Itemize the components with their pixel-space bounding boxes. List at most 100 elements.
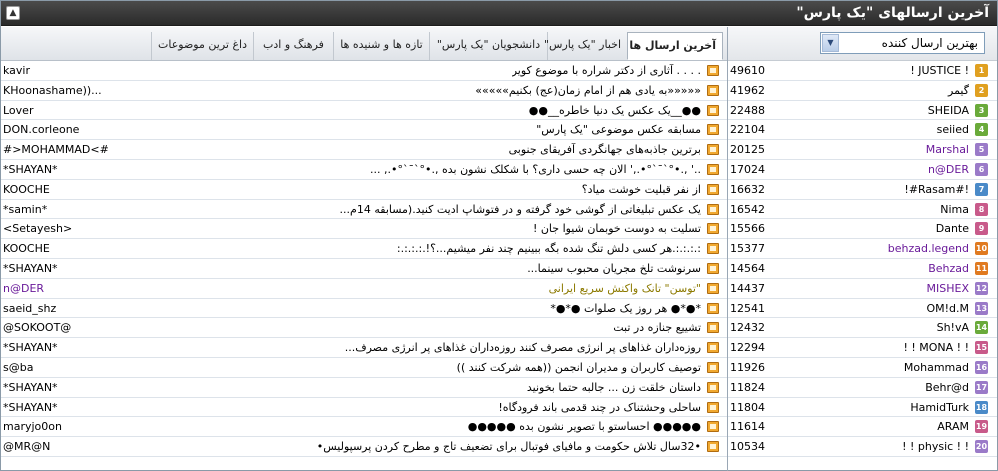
topic-icon xyxy=(707,144,719,156)
user-name[interactable]: ARAM xyxy=(937,420,969,433)
post-author[interactable]: KHoonashame))... xyxy=(3,84,102,97)
post-row: روزه‌داران غذاهای پر انرژی مصرف کنند روز… xyxy=(1,338,727,358)
post-subject[interactable]: «««««به یادی هم از امام زمان(عج) بکنیم»»… xyxy=(475,84,701,97)
tab-5[interactable]: داغ ترین موضوعات xyxy=(151,32,253,60)
post-subject[interactable]: •32سال تلاش حکومت و مافیای فوتبال برای ت… xyxy=(317,440,701,453)
user-name[interactable]: Nima xyxy=(940,203,969,216)
post-author[interactable]: <Setayesh> xyxy=(3,222,72,235)
tab-4[interactable]: فرهنگ و ادب xyxy=(253,32,333,60)
rank-badge: 3 xyxy=(975,103,988,117)
post-author[interactable]: *samin* xyxy=(3,203,47,216)
user-name[interactable]: Mohammad xyxy=(904,361,969,374)
user-name[interactable]: SHEIDA xyxy=(928,104,969,117)
user-name[interactable]: behzad.legend xyxy=(888,242,969,255)
rank-badge: 13 xyxy=(975,301,988,315)
user-name[interactable]: MISHEX xyxy=(927,282,969,295)
post-author[interactable]: maryjo0on xyxy=(3,420,62,433)
post-author[interactable]: kavir xyxy=(3,64,30,77)
post-subject[interactable]: ●●●●● احساستو با تصویر نشون بده ●●●●● xyxy=(468,420,701,433)
post-subject[interactable]: توصیف کاربران و مدیران انجمن ((همه شرکت … xyxy=(457,361,701,374)
title-bar: ▲ آخرین ارسالهای "یک پارس" xyxy=(1,1,997,26)
post-author[interactable]: DON.corleone xyxy=(3,123,79,136)
post-row: •32سال تلاش حکومت و مافیای فوتبال برای ت… xyxy=(1,437,727,457)
rank-badge: 2 xyxy=(975,83,988,97)
post-author[interactable]: saeid_shz xyxy=(3,302,56,315)
post-author[interactable]: n@DER xyxy=(3,282,44,295)
post-count: 16542 xyxy=(730,202,765,216)
topic-icon xyxy=(707,322,719,334)
tab-2[interactable]: دانشجویان "یک پارس" xyxy=(429,32,547,60)
post-subject[interactable]: . . . . آثاری از دکتر شراره با موضوع کوی… xyxy=(512,64,701,77)
user-row: 18 HamidTurk 11804 xyxy=(728,398,997,418)
post-author[interactable]: Lover xyxy=(3,104,33,117)
post-author[interactable]: *SHAYAN* xyxy=(3,381,58,394)
post-subject[interactable]: داستان خلقت زن ... جالبه حتما بخونید xyxy=(527,381,701,394)
post-row: تشییع جنازه در تبت @SOKOOT@ xyxy=(1,318,727,339)
post-row: ..' ,.•°`¯`°•.,' الان چه حسی داری؟ با شک… xyxy=(1,160,727,180)
post-subject[interactable]: از نفر قبلیت خوشت میاد؟ xyxy=(582,183,701,196)
post-count: 22488 xyxy=(730,103,765,117)
post-author[interactable]: *SHAYAN* xyxy=(3,163,58,176)
post-subject[interactable]: برترین جاذبه‌های جهانگردی آفریقای جنوبی xyxy=(509,143,701,156)
post-row: تسلیت به دوست خوبمان شیوا جان ! <Setayesh… xyxy=(1,219,727,240)
user-name[interactable]: OM!d.M xyxy=(926,302,969,315)
topic-icon xyxy=(707,441,719,453)
post-author[interactable]: @MR@N xyxy=(3,440,50,453)
user-name[interactable]: گیمر xyxy=(948,84,969,97)
collapse-icon[interactable]: ▲ xyxy=(6,6,20,20)
poster-type-select[interactable]: بهترین ارسال کننده ▼ xyxy=(820,32,985,54)
post-subject[interactable]: تسلیت به دوست خوبمان شیوا جان ! xyxy=(533,222,701,235)
post-author[interactable]: @SOKOOT@ xyxy=(3,321,71,334)
post-author[interactable]: *SHAYAN* xyxy=(3,341,58,354)
tab-3[interactable]: تازه ها و شنیده ها xyxy=(333,32,429,60)
post-subject[interactable]: ساحلی وحشتناک در چند قدمی باند فرودگاه! xyxy=(498,401,701,414)
post-author[interactable]: KOOCHE xyxy=(3,242,50,255)
user-name[interactable]: Behzad xyxy=(928,262,969,275)
user-name[interactable]: ! ! MONA ! ! xyxy=(903,341,969,354)
user-row: 15 ! ! MONA ! ! 12294 xyxy=(728,338,997,358)
user-row: 1 ! JUSTICE ! 49610 xyxy=(728,61,997,81)
user-name[interactable]: Marshal xyxy=(926,143,969,156)
user-name[interactable]: HamidTurk xyxy=(910,401,969,414)
rank-badge: 16 xyxy=(975,360,988,374)
post-subject[interactable]: *●*● هر روز یک صلوات ●*●* xyxy=(550,302,701,315)
user-row: 13 OM!d.M 12541 xyxy=(728,299,997,319)
post-author[interactable]: s@ba xyxy=(3,361,33,374)
user-name[interactable]: n@DER xyxy=(928,163,969,176)
post-author[interactable]: *SHAYAN* xyxy=(3,262,58,275)
user-name[interactable]: !#Rasam#! xyxy=(904,183,969,196)
post-subject[interactable]: ..' ,.•°`¯`°•.,' الان چه حسی داری؟ با شک… xyxy=(370,163,701,176)
user-name[interactable]: ! JUSTICE ! xyxy=(910,64,969,77)
post-subject[interactable]: "توسن" تانک واکنش سریع ایرانی xyxy=(549,282,701,295)
chevron-down-icon[interactable]: ▼ xyxy=(822,34,839,52)
rank-badge: 10 xyxy=(975,242,988,256)
post-row: ساحلی وحشتناک در چند قدمی باند فرودگاه! *… xyxy=(1,398,727,418)
user-name[interactable]: Behr@d xyxy=(925,381,969,394)
post-row: داستان خلقت زن ... جالبه حتما بخونید *SHA… xyxy=(1,378,727,398)
post-subject[interactable]: تشییع جنازه در تبت xyxy=(613,321,701,334)
post-subject[interactable]: ●●__یک عکس یک دنیا خاطره__●● xyxy=(529,104,701,117)
user-name[interactable]: ! ! physic ! ! xyxy=(902,440,969,453)
selector-bar: بهترین ارسال کننده ▼ xyxy=(728,27,997,61)
post-author[interactable]: KOOCHE xyxy=(3,183,50,196)
rank-badge: 12 xyxy=(975,281,988,295)
user-name[interactable]: Dante xyxy=(936,222,969,235)
post-row: مسابقه عکس موضوعی "یک پارس" DON.corleone xyxy=(1,120,727,141)
post-author[interactable]: #>MOHAMMAD<# xyxy=(3,143,109,156)
topic-icon xyxy=(707,381,719,393)
post-row: برترین جاذبه‌های جهانگردی آفریقای جنوبی #… xyxy=(1,140,727,160)
post-count: 12294 xyxy=(730,341,765,355)
topic-icon xyxy=(707,163,719,175)
user-name[interactable]: Sh!vA xyxy=(937,321,969,334)
post-subject[interactable]: روزه‌داران غذاهای پر انرژی مصرف کنند روز… xyxy=(345,341,701,354)
post-subject[interactable]: سرنوشت تلخ مجریان محبوب سینما... xyxy=(527,262,701,275)
tab-1[interactable]: اخبار "یک پارس" xyxy=(544,32,627,60)
post-subject[interactable]: :.:.:.:.هر کسی دلش تنگ شده بگه ببینیم چن… xyxy=(397,242,701,255)
post-count: 11926 xyxy=(730,360,765,374)
user-name[interactable]: seiied xyxy=(937,123,969,136)
widget-title: آخرین ارسالهای "یک پارس" xyxy=(796,5,989,21)
post-subject[interactable]: مسابقه عکس موضوعی "یک پارس" xyxy=(536,123,701,136)
post-subject[interactable]: یک عکس تبلیغاتی از گوشی خود گرفته و در ف… xyxy=(340,203,701,216)
tab-0[interactable]: آخرین ارسال ها xyxy=(627,32,723,60)
post-author[interactable]: *SHAYAN* xyxy=(3,401,58,414)
